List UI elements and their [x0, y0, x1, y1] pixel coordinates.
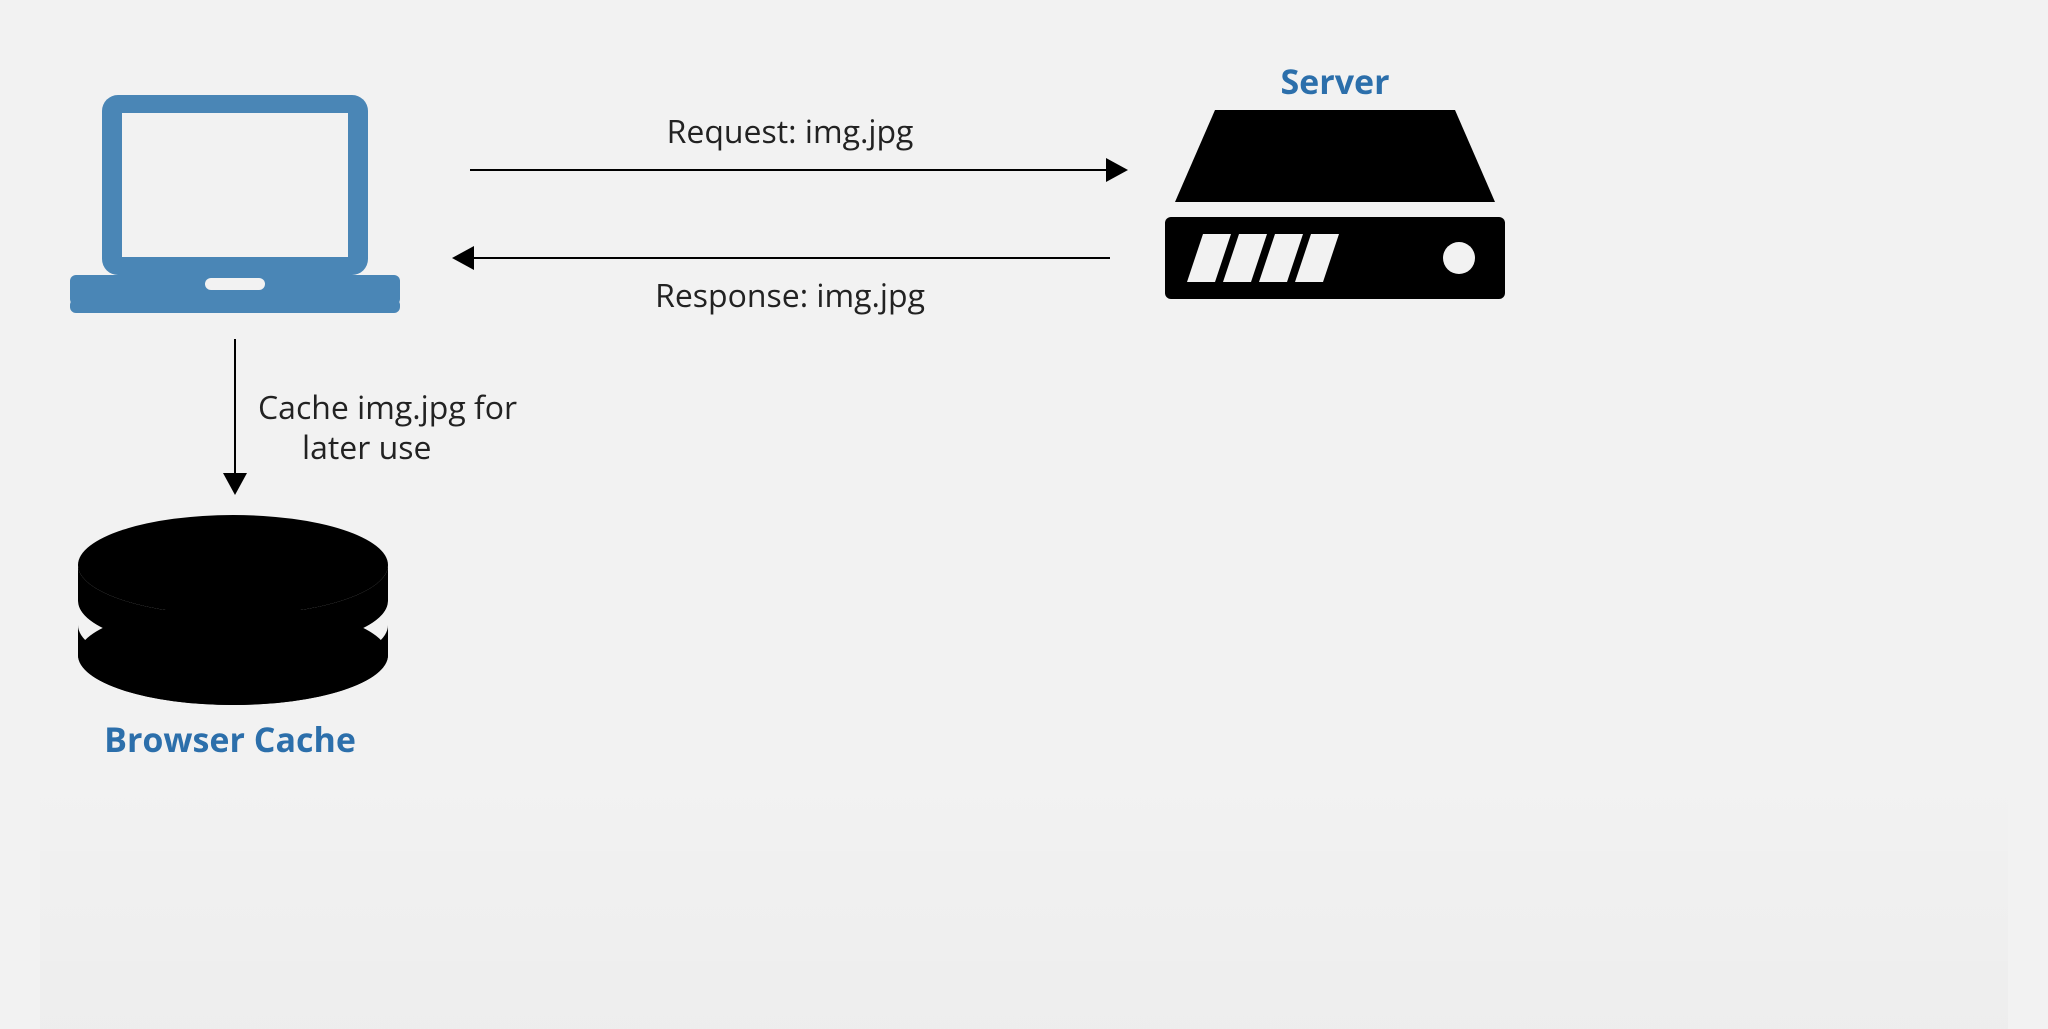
response-label: Response: img.jpg: [580, 276, 1000, 316]
cache-disk-icon: [76, 515, 390, 710]
request-label: Request: img.jpg: [580, 112, 1000, 152]
cache-label-line2: later use: [302, 426, 431, 469]
cache-arrow: [234, 339, 236, 473]
browser-cache-heading: Browser Cache: [80, 718, 380, 761]
cache-label-line1: Cache img.jpg for: [258, 386, 517, 429]
response-arrow: [474, 257, 1110, 259]
cache-label: Cache img.jpg for later use: [258, 388, 518, 468]
server-heading: Server: [1255, 60, 1415, 103]
server-icon: [1165, 110, 1505, 310]
bottom-shadow: [40, 769, 2008, 1029]
laptop-icon: [70, 95, 400, 325]
request-arrow: [470, 169, 1106, 171]
